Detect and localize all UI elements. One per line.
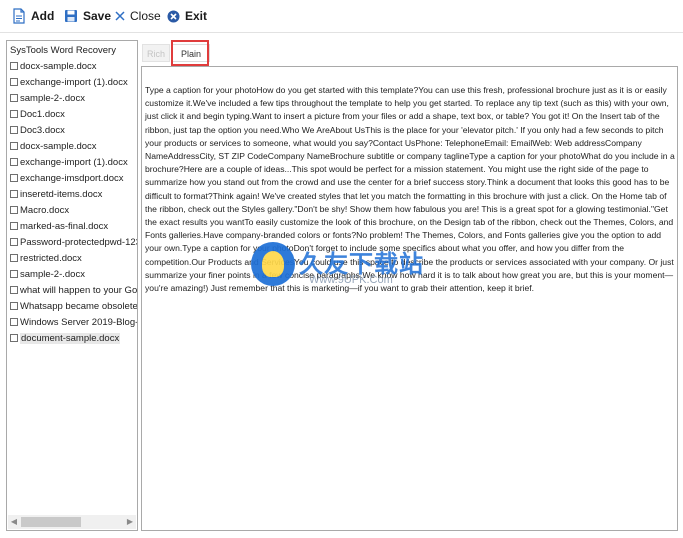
exit-button[interactable]: Exit [167,7,207,25]
file-checkbox[interactable] [10,238,18,246]
close-icon [115,11,125,21]
file-checkbox[interactable] [10,302,18,310]
close-label: Close [130,9,161,23]
file-checkbox[interactable] [10,62,18,70]
tree-item-label: Doc1.docx [20,108,65,120]
toolbar: Add Save Close Exit [0,0,683,33]
scrollbar-thumb[interactable] [21,517,81,527]
file-checkbox[interactable] [10,94,18,102]
tree-item-label: exchange-import (1).docx [20,76,128,88]
file-checkbox[interactable] [10,78,18,86]
tree-item-label: Doc3.docx [20,124,65,136]
file-checkbox[interactable] [10,110,18,118]
horizontal-scrollbar[interactable]: ◀ ▶ [8,515,136,529]
tree-item[interactable]: document-sample.docx [10,331,121,345]
scroll-left-icon[interactable]: ◀ [8,515,20,529]
save-label: Save [83,9,112,23]
tree-root[interactable]: SysTools Word Recovery [10,45,116,56]
file-checkbox[interactable] [10,270,18,278]
file-checkbox[interactable] [10,254,18,262]
view-tabs: Rich Text Plain Text [142,42,678,77]
tree-item-label: sample-2-.docx [20,92,85,104]
tree-item[interactable]: docx-sample.docx [10,59,97,73]
tree-item[interactable]: Macro.docx [10,203,69,217]
tree-item[interactable]: Whatsapp became obsolete - Informativ [10,299,138,313]
tree-item[interactable]: exchange-import (1).docx [10,155,128,169]
close-button[interactable]: Close [115,7,161,25]
tree-item[interactable]: docx-sample.docx [10,139,97,153]
tree-item[interactable]: Windows Server 2019-Blog-Prerna-1.doc [10,315,138,329]
file-checkbox[interactable] [10,318,18,326]
tree-item-label: exchange-import (1).docx [20,156,128,168]
document-text: Type a caption for your photoHow do you … [145,85,675,294]
save-icon [64,9,78,23]
tree-item[interactable]: inseretd-items.docx [10,187,102,201]
exit-icon [167,10,180,23]
document-preview[interactable]: Type a caption for your photoHow do you … [141,66,678,531]
tree-item-label: inseretd-items.docx [20,188,103,200]
tree-item[interactable]: marked-as-final.docx [10,219,108,233]
tree-item[interactable]: sample-2-.docx [10,267,85,281]
tree-item-label: document-sample.docx [20,332,121,344]
file-checkbox[interactable] [10,286,18,294]
file-checkbox[interactable] [10,206,18,214]
add-icon [12,8,26,24]
add-button[interactable]: Add [12,7,54,25]
tree-item[interactable]: Password-protectedpwd-123456.docx [10,235,137,249]
tree-item[interactable]: exchange-import (1).docx [10,75,128,89]
tree-item[interactable]: Doc3.docx [10,123,65,137]
file-checkbox[interactable] [10,334,18,342]
tree-item-label: what will happen to your Google Gmail a [20,284,138,296]
tree-item-label: docx-sample.docx [20,140,97,152]
tree-item[interactable]: what will happen to your Google Gmail a [10,283,138,297]
file-checkbox[interactable] [10,174,18,182]
tree-item-label: docx-sample.docx [20,60,97,72]
tree-item-label: restricted.docx [20,252,82,264]
tree-item-label: sample-2-.docx [20,268,85,280]
tree-item-label: marked-as-final.docx [20,220,109,232]
file-checkbox[interactable] [10,158,18,166]
file-checkbox[interactable] [10,142,18,150]
tree-item[interactable]: sample-2-.docx [10,91,85,105]
add-label: Add [31,9,55,23]
file-tree[interactable]: SysTools Word Recovery docx-sample.docx e… [6,40,138,531]
tree-item-label: exchange-imsdport.docx [20,172,124,184]
tree-item-label: Password-protectedpwd-123456.docx [20,236,137,248]
tree-item[interactable]: restricted.docx [10,251,82,265]
file-checkbox[interactable] [10,222,18,230]
file-checkbox[interactable] [10,190,18,198]
tree-item-label: Windows Server 2019-Blog-Prerna-1.doc [20,316,138,328]
tree-item[interactable]: exchange-imsdport.docx [10,171,124,185]
tree-item-label: Whatsapp became obsolete - Informativ [20,300,138,312]
tab-rich-text[interactable]: Rich Text [142,44,170,77]
tab-highlight-box [171,40,209,66]
save-button[interactable]: Save [64,7,111,25]
tree-item[interactable]: Doc1.docx [10,107,65,121]
tree-item-label: Macro.docx [20,204,70,216]
scroll-right-icon[interactable]: ▶ [124,515,136,529]
exit-label: Exit [185,9,208,23]
file-checkbox[interactable] [10,126,18,134]
